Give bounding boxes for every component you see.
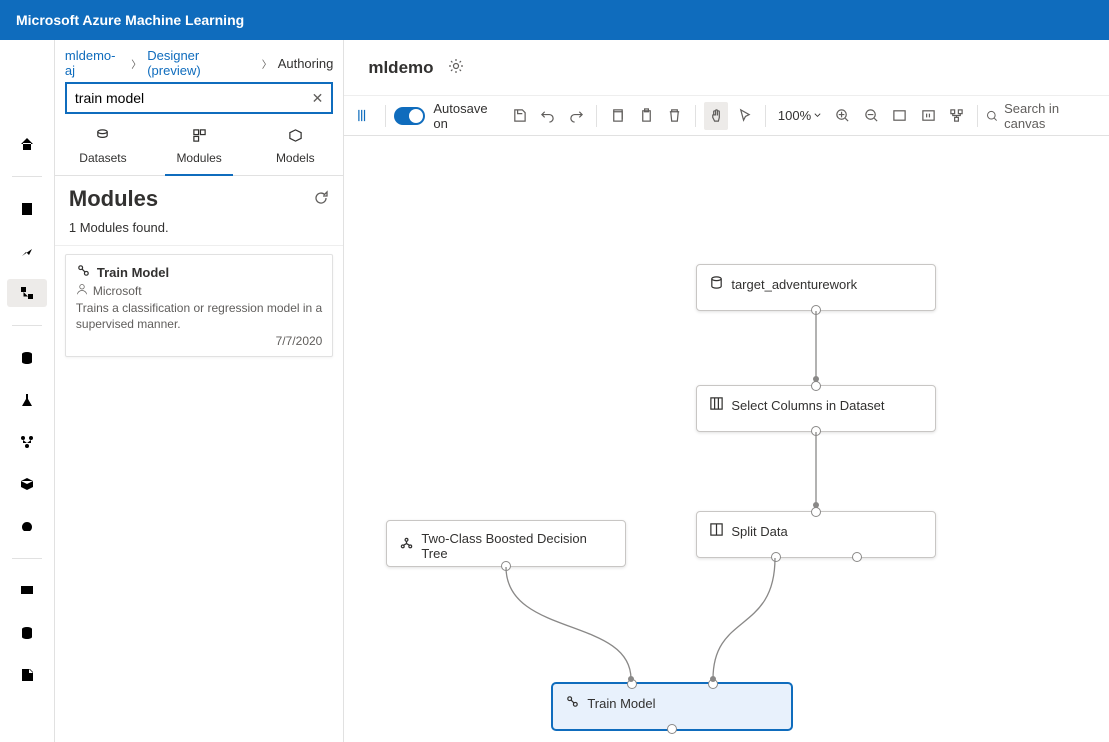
autolayout-icon[interactable] <box>944 102 969 130</box>
paste-icon[interactable] <box>634 102 659 130</box>
models-icon <box>247 128 343 150</box>
tab-datasets[interactable]: Datasets <box>55 124 151 175</box>
breadcrumb-current: Authoring <box>278 56 334 71</box>
copy-icon[interactable] <box>605 102 630 130</box>
pipeline-title: mldemo <box>368 58 433 78</box>
breadcrumb-section[interactable]: Designer (preview) <box>147 48 255 78</box>
search-canvas[interactable]: Search in canvas <box>986 101 1101 131</box>
refresh-icon[interactable] <box>313 190 329 209</box>
input-port[interactable] <box>811 381 821 391</box>
zoom-out-icon[interactable] <box>859 102 884 130</box>
dataset-icon <box>709 275 724 293</box>
breadcrumb: mldemo-aj 〉 Designer (preview) 〉 Authori… <box>55 40 343 80</box>
train-model-icon <box>76 263 91 281</box>
app-header: Microsoft Azure Machine Learning <box>0 0 1109 40</box>
nav-collapse-icon[interactable] <box>7 46 47 74</box>
chevron-right-icon: 〉 <box>131 56 141 71</box>
nav-compute-icon[interactable] <box>7 577 47 605</box>
edge <box>704 558 784 687</box>
nav-models-icon[interactable] <box>7 470 47 498</box>
nav-new-icon[interactable] <box>7 88 47 116</box>
canvas-toolbar: Autosave on 100% Search in canvas <box>344 96 1109 136</box>
fit-screen-icon[interactable] <box>887 102 912 130</box>
output-port[interactable] <box>501 561 511 571</box>
datasets-icon <box>55 128 151 150</box>
asset-tabs: Datasets Modules Models <box>55 124 343 176</box>
main-area: mldemo Autosave on 100% <box>344 40 1109 742</box>
output-port[interactable] <box>811 305 821 315</box>
pan-tool-icon[interactable] <box>704 102 729 130</box>
edge <box>810 311 822 387</box>
modules-found-count: 1 Modules found. <box>55 214 343 246</box>
output-port[interactable] <box>667 724 677 734</box>
edge <box>810 432 822 513</box>
nav-designer-icon[interactable] <box>7 279 47 307</box>
nav-endpoints-icon[interactable] <box>7 512 47 540</box>
app-title: Microsoft Azure Machine Learning <box>16 12 244 28</box>
save-icon[interactable] <box>507 102 532 130</box>
algorithm-icon <box>399 537 414 555</box>
node-target-adventurework[interactable]: target_adventurework <box>696 264 936 311</box>
person-icon <box>76 283 88 298</box>
node-train-model[interactable]: Train Model <box>552 683 792 730</box>
overview-icon[interactable] <box>352 102 377 130</box>
search-icon <box>986 109 998 123</box>
nav-automl-icon[interactable] <box>7 237 47 265</box>
tab-modules[interactable]: Modules <box>151 124 247 175</box>
split-data-icon <box>709 522 724 540</box>
modules-icon <box>151 128 247 150</box>
actual-size-icon[interactable] <box>916 102 941 130</box>
select-columns-icon <box>709 396 724 414</box>
node-select-columns[interactable]: Select Columns in Dataset <box>696 385 936 432</box>
nav-rail <box>0 40 55 742</box>
nav-experiments-icon[interactable] <box>7 386 47 414</box>
autosave-label: Autosave on <box>433 101 496 131</box>
node-split-data[interactable]: Split Data <box>696 511 936 558</box>
input-port-2[interactable] <box>708 679 718 689</box>
train-model-icon <box>565 694 580 712</box>
output-port[interactable] <box>811 426 821 436</box>
module-search-box[interactable]: ✕ <box>65 82 333 114</box>
edge <box>500 567 640 687</box>
chevron-right-icon: 〉 <box>262 56 272 71</box>
nav-notebook-icon[interactable] <box>7 195 47 223</box>
tab-models[interactable]: Models <box>247 124 343 175</box>
pointer-tool-icon[interactable] <box>732 102 757 130</box>
pipeline-canvas[interactable]: target_adventurework Select Columns in D… <box>344 136 1109 742</box>
delete-icon[interactable] <box>662 102 687 130</box>
redo-icon[interactable] <box>564 102 589 130</box>
nav-datasets-icon[interactable] <box>7 344 47 372</box>
output-port-2[interactable] <box>852 552 862 562</box>
nav-labeling-icon[interactable] <box>7 661 47 689</box>
left-panel: mldemo-aj 〉 Designer (preview) 〉 Authori… <box>55 40 344 742</box>
input-port[interactable] <box>811 507 821 517</box>
nav-home-icon[interactable] <box>7 130 47 158</box>
modules-heading: Modules <box>69 186 158 212</box>
module-search-input[interactable] <box>75 84 312 112</box>
zoom-level[interactable]: 100% <box>774 108 826 123</box>
node-two-class-boosted[interactable]: Two-Class Boosted Decision Tree <box>386 520 626 567</box>
autosave-toggle[interactable] <box>394 107 426 125</box>
settings-gear-icon[interactable] <box>448 58 464 77</box>
output-port-1[interactable] <box>771 552 781 562</box>
module-date: 7/7/2020 <box>76 334 322 348</box>
input-port-1[interactable] <box>627 679 637 689</box>
breadcrumb-workspace[interactable]: mldemo-aj <box>65 48 125 78</box>
nav-datastores-icon[interactable] <box>7 619 47 647</box>
clear-search-icon[interactable]: ✕ <box>312 90 324 107</box>
module-description: Trains a classification or regression mo… <box>76 301 322 332</box>
undo-icon[interactable] <box>535 102 560 130</box>
module-card-train-model[interactable]: Train Model Microsoft Trains a classific… <box>65 254 333 357</box>
zoom-in-icon[interactable] <box>830 102 855 130</box>
nav-pipelines-icon[interactable] <box>7 428 47 456</box>
